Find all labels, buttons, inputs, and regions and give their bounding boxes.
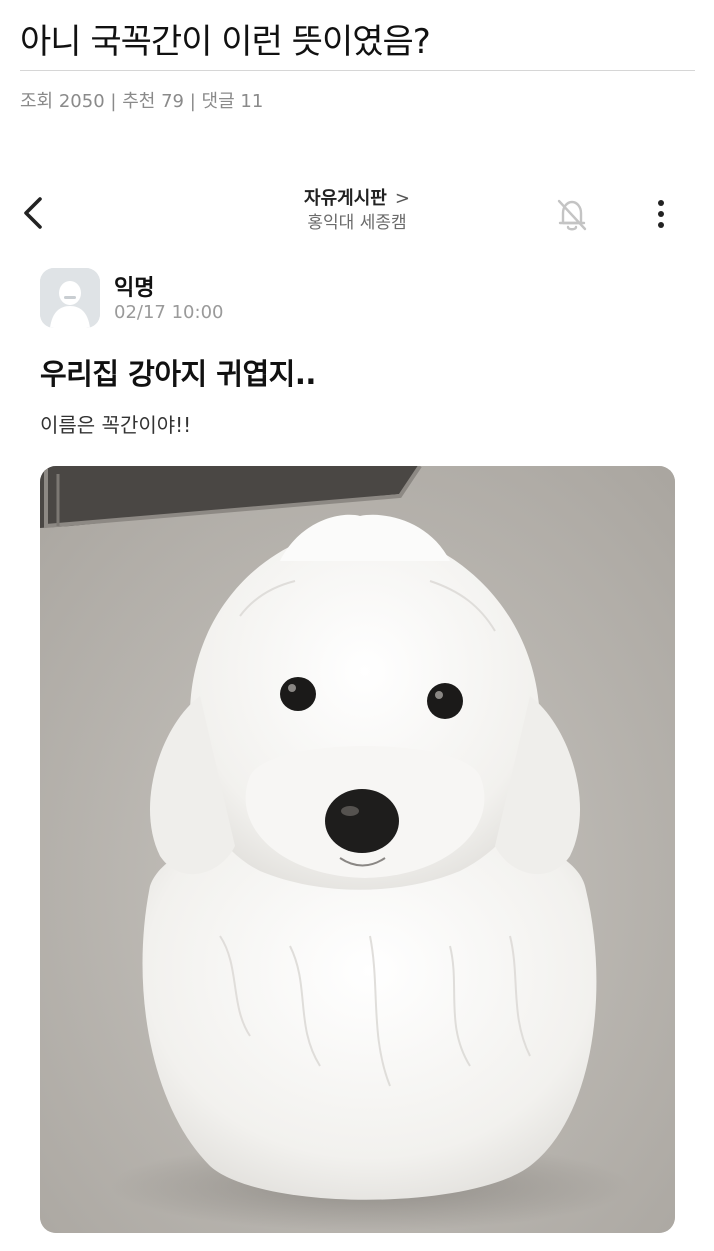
likes-count: 79 — [161, 91, 184, 112]
dog-photo-illustration — [40, 466, 675, 1233]
more-options-button[interactable] — [646, 195, 676, 235]
notification-toggle-button[interactable] — [550, 193, 594, 237]
post-photo[interactable] — [40, 466, 675, 1233]
likes-label: 추천 — [122, 91, 156, 112]
embedded-screenshot: 자유게시판 > 홍익대 세종캠 익명 02/17 10:00 우리집 강아지 귀… — [0, 175, 714, 1251]
inner-post-title: 우리집 강아지 귀엽지.. — [40, 357, 316, 391]
title-divider — [20, 70, 695, 71]
post-header: 아니 국꼭간이 이런 뜻이였음? 조회 2050 | 추천 79 | 댓글 11 — [20, 18, 695, 113]
post-title: 아니 국꼭간이 이런 뜻이였음? — [20, 22, 431, 62]
views-label: 조회 — [20, 91, 54, 112]
comments-count: 11 — [240, 91, 264, 112]
chevron-right-icon: > — [394, 188, 410, 209]
meta-separator: | — [189, 91, 196, 112]
more-vertical-icon — [658, 200, 664, 228]
board-name: 자유게시판 — [304, 188, 387, 209]
avatar — [40, 268, 100, 328]
author-name: 익명 — [114, 276, 155, 301]
board-header[interactable]: 자유게시판 > 홍익대 세종캠 — [0, 187, 714, 235]
comments-label: 댓글 — [201, 91, 235, 112]
school-name: 홍익대 세종캠 — [307, 213, 407, 233]
app-bar: 자유게시판 > 홍익대 세종캠 — [0, 175, 714, 255]
bell-off-icon — [557, 199, 587, 231]
post-meta: 조회 2050 | 추천 79 | 댓글 11 — [20, 87, 695, 113]
inner-post-body: 이름은 꼭간이야!! — [40, 413, 192, 437]
board-title[interactable]: 자유게시판 > — [0, 187, 714, 211]
post-time: 02/17 10:00 — [114, 302, 224, 323]
meta-separator: | — [110, 91, 117, 112]
author-row: 익명 02/17 10:00 — [40, 268, 680, 330]
anonymous-avatar-icon — [40, 268, 100, 328]
views-count: 2050 — [58, 91, 105, 112]
